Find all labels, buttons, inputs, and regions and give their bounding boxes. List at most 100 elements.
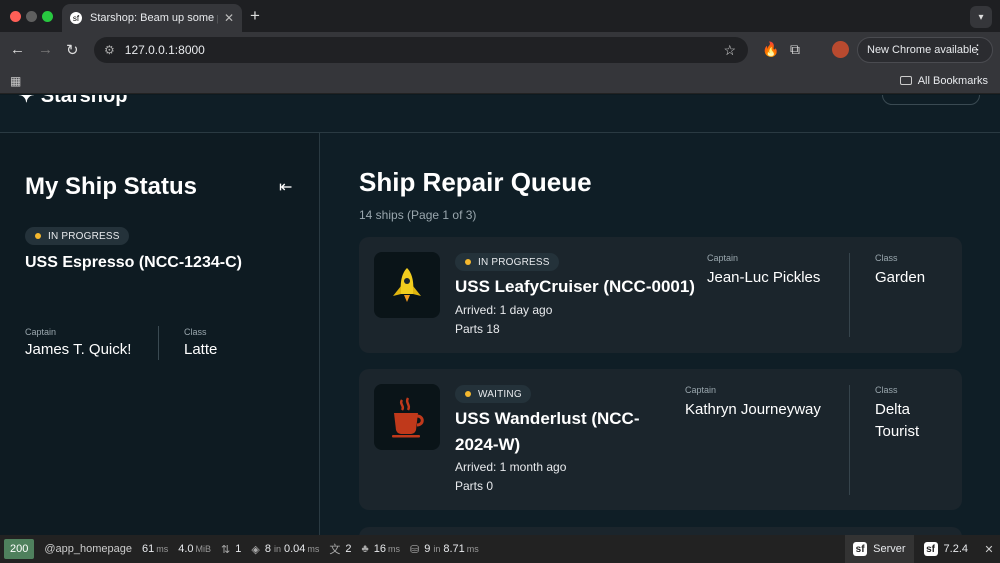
status-text: IN PROGRESS	[48, 230, 120, 242]
all-bookmarks-button[interactable]: All Bookmarks	[899, 75, 988, 87]
symfony-logo-icon: sf	[853, 542, 868, 556]
ship-card[interactable]: WAITING USS Wanderlust (NCC-2024-W) Arri…	[359, 369, 962, 510]
flame-extension-icon[interactable]: 🔥	[762, 41, 779, 58]
queue-title: Ship Repair Queue	[359, 167, 592, 197]
arrows-updown-icon: ⇅	[221, 543, 231, 556]
all-bookmarks-label: All Bookmarks	[917, 75, 988, 87]
class-value: Latte	[184, 341, 218, 358]
ship-card[interactable]	[359, 527, 962, 535]
db-time: 8.71	[443, 543, 465, 555]
forward-arrow-icon[interactable]: →	[38, 41, 53, 58]
star-logo-icon: ✦	[18, 95, 35, 107]
my-ship-class: Class Latte	[184, 327, 217, 358]
class-value: Delta Tourist	[875, 401, 920, 440]
cache-count: 8	[264, 543, 271, 555]
divider	[849, 253, 850, 337]
class-label: Class	[875, 253, 898, 263]
divider	[849, 385, 850, 495]
my-ship-captain: Captain James T. Quick!	[25, 327, 131, 358]
more-menu-icon[interactable]: ⋮	[971, 42, 984, 58]
ship-class: Class Garden	[875, 253, 955, 289]
symfony-debug-toolbar: 200 @app_homepage 61 ms 4.0 MiB ⇅ 1 ◈ 8 in 0.0…	[0, 535, 1000, 563]
http-requests[interactable]: ⇅ 1	[221, 543, 241, 556]
status-code-badge[interactable]: 200	[4, 539, 35, 559]
minimize-window-button[interactable]	[26, 11, 37, 22]
profile-avatar[interactable]	[832, 41, 849, 58]
toolbar-right: sf Server sf 7.2.4 ✕	[845, 535, 1000, 563]
captain-label: Captain	[25, 327, 57, 337]
cache-in: in	[273, 544, 281, 554]
status-text: WAITING	[478, 388, 522, 400]
database-icon: ⛁	[410, 543, 420, 556]
back-arrow-icon[interactable]: ←	[10, 41, 25, 58]
folder-icon	[899, 76, 912, 85]
class-label: Class	[875, 385, 898, 395]
translate-icon: 文	[329, 544, 341, 556]
collapse-sidebar-icon[interactable]: ⇤	[279, 177, 292, 197]
cache-calls[interactable]: ◈ 8 in 0.04 ms	[251, 543, 319, 556]
status-dot-icon	[35, 233, 41, 239]
browser-tab-strip: sf Starshop: Beam up some parts ✕ + ▾	[0, 0, 1000, 32]
logo-text: Starshop	[40, 95, 128, 107]
bookmarks-bar: ▦ All Bookmarks	[0, 68, 1000, 94]
ship-name-link[interactable]: USS Wanderlust (NCC-2024-W)	[455, 406, 655, 458]
ship-class: Class Delta Tourist	[875, 385, 945, 443]
server-label: Server	[873, 543, 906, 555]
request-time[interactable]: 61 ms	[142, 543, 168, 555]
close-toolbar-icon[interactable]: ✕	[978, 543, 1000, 556]
twig-value: 16	[373, 543, 386, 555]
memory-usage[interactable]: 4.0 MiB	[178, 543, 211, 555]
time-value: 61	[141, 543, 155, 555]
captain-value: Kathryn Journeyway	[685, 401, 821, 418]
database-queries[interactable]: ⛁ 9 in 8.71 ms	[410, 543, 479, 556]
cache-unit: ms	[307, 544, 320, 554]
cache-time: 0.04	[283, 543, 306, 555]
arrived-text: Arrived: 1 day ago	[455, 303, 553, 317]
my-ship-name: USS Espresso (NCC-1234-C)	[25, 254, 242, 271]
ship-card[interactable]: IN PROGRESS USS LeafyCruiser (NCC-0001) …	[359, 237, 962, 353]
tab-search-chevron-icon[interactable]: ▾	[970, 6, 992, 28]
translations[interactable]: 文2	[329, 541, 351, 557]
bookmark-star-icon[interactable]: ☆	[723, 42, 736, 59]
new-tab-button[interactable]: +	[250, 6, 260, 26]
sidebar-title: My Ship Status	[25, 173, 198, 200]
close-window-button[interactable]	[10, 11, 21, 22]
apps-grid-icon[interactable]: ▦	[10, 74, 21, 88]
tab-close-icon[interactable]: ✕	[224, 11, 234, 25]
repair-queue: Ship Repair Queue 14 ships (Page 1 of 3)…	[321, 133, 1000, 535]
queue-subtitle: 14 ships (Page 1 of 3)	[359, 208, 477, 222]
memory-unit: MiB	[195, 544, 212, 554]
twig-sprout-icon: ♣	[361, 543, 369, 555]
captain-value: James T. Quick!	[25, 341, 132, 358]
chrome-update-button[interactable]: New Chrome available ⋮	[857, 37, 993, 63]
maximize-window-button[interactable]	[42, 11, 53, 22]
memory-value: 4.0	[178, 543, 194, 555]
puzzle-extensions-icon[interactable]: ⧉	[790, 41, 800, 58]
route-name[interactable]: @app_homepage	[44, 543, 132, 555]
db-unit: ms	[466, 544, 479, 554]
symfony-version[interactable]: sf 7.2.4	[914, 542, 978, 556]
reload-icon[interactable]: ↻	[66, 41, 79, 59]
status-dot-icon	[465, 259, 471, 265]
coffee-cup-icon	[374, 384, 440, 450]
status-badge: WAITING	[455, 385, 531, 403]
ship-name-link[interactable]: USS LeafyCruiser (NCC-0001)	[455, 274, 705, 300]
server-info[interactable]: sf Server	[845, 535, 914, 563]
site-settings-icon[interactable]: ⚙	[104, 43, 115, 57]
browser-tab[interactable]: sf Starshop: Beam up some parts ✕	[62, 4, 242, 32]
divider	[158, 326, 159, 360]
ship-status-sidebar: My Ship Status ⇤ IN PROGRESS USS Espress…	[0, 133, 320, 535]
page-content: ✦ Starshop My Ship Status ⇤ IN PROGRESS U…	[0, 95, 1000, 535]
status-badge: IN PROGRESS	[25, 227, 129, 245]
class-label: Class	[184, 327, 207, 337]
translations-value: 2	[345, 543, 352, 555]
ship-captain: Captain Jean-Luc Pickles	[707, 253, 820, 289]
site-logo[interactable]: ✦ Starshop	[18, 95, 127, 108]
header-action-button[interactable]	[882, 95, 980, 105]
address-bar[interactable]: ⚙ 127.0.0.1:8000 ☆	[94, 37, 748, 63]
parts-text: Parts 18	[455, 322, 500, 336]
arrived-text: Arrived: 1 month ago	[455, 460, 567, 474]
captain-value: Jean-Luc Pickles	[707, 269, 821, 286]
captain-label: Captain	[685, 385, 717, 395]
twig-time[interactable]: ♣ 16 ms	[362, 543, 400, 555]
